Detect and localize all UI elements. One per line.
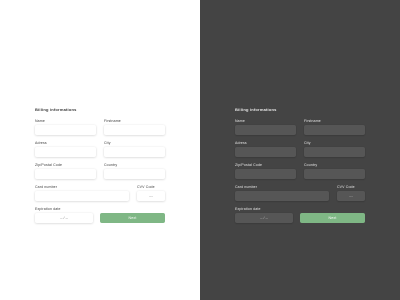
next-button-wrap: Next — [100, 207, 165, 223]
form-title: Billing informations — [35, 107, 77, 112]
city-field: City — [104, 141, 165, 157]
firstname-field: Firstname — [104, 119, 165, 135]
name-field: Name — [35, 119, 96, 135]
expiry-row: Expiration date -- / -- Next — [235, 207, 365, 223]
country-field: Country — [104, 163, 165, 179]
address-field: Adress — [35, 141, 96, 157]
next-button[interactable]: Next — [100, 213, 165, 223]
country-field: Country — [304, 163, 365, 179]
address-label: Adress — [35, 141, 47, 145]
cvv-input[interactable]: --- — [137, 191, 165, 201]
card-input[interactable] — [35, 191, 129, 201]
country-input[interactable] — [304, 169, 365, 179]
zip-field: Zip/Postal Code — [35, 163, 96, 179]
light-theme-panel: Billing informations Name Firstname Adre… — [0, 0, 200, 300]
next-button[interactable]: Next — [300, 213, 365, 223]
name-input[interactable] — [35, 125, 96, 135]
city-label: City — [104, 141, 111, 145]
card-field: Card number — [35, 185, 129, 201]
form-title: Billing informations — [235, 107, 277, 112]
zip-input[interactable] — [35, 169, 96, 179]
address-field: Adress — [235, 141, 296, 157]
zip-label: Zip/Postal Code — [235, 163, 263, 167]
address-row: Adress City — [35, 141, 165, 157]
zip-label: Zip/Postal Code — [35, 163, 63, 167]
dark-theme-panel: Billing informations Name Firstname Adre… — [200, 0, 400, 300]
expiry-input[interactable]: -- / -- — [235, 213, 293, 223]
card-input[interactable] — [235, 191, 329, 201]
billing-form-dark: Billing informations Name Firstname Adre… — [235, 107, 365, 229]
name-field: Name — [235, 119, 296, 135]
billing-form: Billing informations Name Firstname Adre… — [35, 107, 165, 229]
expiry-row: Expiration date -- / -- Next — [35, 207, 165, 223]
name-label: Name — [35, 119, 45, 123]
card-label: Card number — [235, 185, 258, 189]
address-label: Adress — [235, 141, 247, 145]
firstname-label: Firstname — [304, 119, 321, 123]
cvv-label: CVV Code — [137, 185, 155, 189]
cvv-label: CVV Code — [337, 185, 355, 189]
firstname-field: Firstname — [304, 119, 365, 135]
card-row: Card number CVV Code --- — [235, 185, 365, 201]
firstname-input[interactable] — [104, 125, 165, 135]
zip-field: Zip/Postal Code — [235, 163, 296, 179]
city-input[interactable] — [304, 147, 365, 157]
firstname-label: Firstname — [104, 119, 121, 123]
zip-input[interactable] — [235, 169, 296, 179]
name-label: Name — [235, 119, 245, 123]
cvv-field: CVV Code --- — [337, 185, 365, 201]
country-label: Country — [304, 163, 318, 167]
zip-row: Zip/Postal Code Country — [35, 163, 165, 179]
city-field: City — [304, 141, 365, 157]
next-button-wrap: Next — [300, 207, 365, 223]
expiry-label: Expiration date — [235, 207, 261, 211]
card-field: Card number — [235, 185, 329, 201]
name-input[interactable] — [235, 125, 296, 135]
cvv-field: CVV Code --- — [137, 185, 165, 201]
expiry-label: Expiration date — [35, 207, 61, 211]
card-label: Card number — [35, 185, 58, 189]
country-input[interactable] — [104, 169, 165, 179]
name-row: Name Firstname — [35, 119, 165, 135]
cvv-input[interactable]: --- — [337, 191, 365, 201]
city-label: City — [304, 141, 311, 145]
firstname-input[interactable] — [304, 125, 365, 135]
zip-row: Zip/Postal Code Country — [235, 163, 365, 179]
address-row: Adress City — [235, 141, 365, 157]
name-row: Name Firstname — [235, 119, 365, 135]
expiry-input[interactable]: -- / -- — [35, 213, 93, 223]
expiry-field: Expiration date -- / -- — [35, 207, 93, 223]
card-row: Card number CVV Code --- — [35, 185, 165, 201]
city-input[interactable] — [104, 147, 165, 157]
address-input[interactable] — [35, 147, 96, 157]
expiry-field: Expiration date -- / -- — [235, 207, 293, 223]
address-input[interactable] — [235, 147, 296, 157]
country-label: Country — [104, 163, 118, 167]
